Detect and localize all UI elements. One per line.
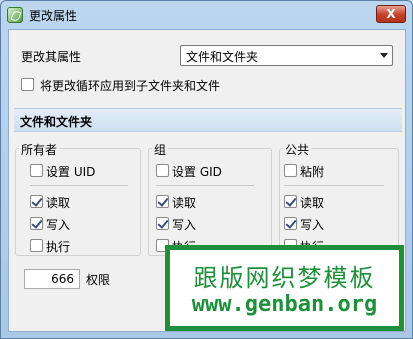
public-groupbox: [279, 148, 399, 256]
change-attributes-label: 更改其属性: [21, 50, 82, 64]
group-separator: [156, 185, 254, 186]
permission-value: 666: [51, 272, 74, 286]
permission-value-input[interactable]: 666: [24, 269, 80, 289]
public-write-label: 写入: [300, 218, 325, 232]
section-title: 文件和文件夹: [20, 115, 93, 129]
public-sticky-label: 粘附: [300, 165, 325, 179]
owner-read-label: 读取: [46, 196, 71, 210]
recursive-checkbox[interactable]: [21, 78, 34, 91]
close-button[interactable]: X: [376, 5, 406, 23]
watermark-logo: 跟版网织梦模板 www.genban.org: [165, 245, 404, 331]
owner-write-checkbox[interactable]: [30, 217, 43, 230]
watermark-line-1: 跟版网织梦模板: [193, 264, 376, 292]
owner-read-checkbox[interactable]: [30, 195, 43, 208]
target-select[interactable]: 文件和文件夹: [180, 45, 393, 66]
public-read-label: 读取: [300, 196, 325, 210]
title-bar[interactable]: 更改属性 X: [1, 1, 412, 29]
owner-separator: [30, 185, 128, 186]
public-separator: [284, 185, 384, 186]
group-read-label: 读取: [172, 196, 197, 210]
window-title: 更改属性: [29, 9, 78, 23]
group-read-checkbox[interactable]: [156, 195, 169, 208]
target-select-value: 文件和文件夹: [186, 50, 259, 64]
public-sticky-checkbox[interactable]: [284, 164, 297, 177]
owner-group-title: 所有者: [19, 141, 60, 158]
section-header: 文件和文件夹: [14, 108, 402, 132]
properties-dialog: 更改属性 X 更改其属性 文件和文件夹 将更改循环应用到子文件夹和文件 文件和文…: [0, 0, 413, 339]
public-write-checkbox[interactable]: [284, 217, 297, 230]
group-write-label: 写入: [172, 218, 197, 232]
owner-setuid-checkbox[interactable]: [30, 164, 43, 177]
permission-label: 权限: [86, 273, 111, 287]
group-setgid-label: 设置 GID: [172, 165, 222, 179]
group-setgid-checkbox[interactable]: [156, 164, 169, 177]
owner-exec-checkbox[interactable]: [30, 239, 43, 252]
group-group-title: 组: [152, 141, 169, 158]
recursive-label: 将更改循环应用到子文件夹和文件: [40, 79, 221, 93]
group-write-checkbox[interactable]: [156, 217, 169, 230]
watermark-line-2: www.genban.org: [191, 292, 378, 317]
public-read-checkbox[interactable]: [284, 195, 297, 208]
app-leaf-icon: [7, 7, 23, 23]
chevron-down-icon[interactable]: [380, 53, 388, 58]
owner-exec-label: 执行: [46, 240, 71, 254]
owner-setuid-label: 设置 UID: [46, 165, 96, 179]
public-group-title: 公共: [283, 141, 312, 158]
owner-write-label: 写入: [46, 218, 71, 232]
